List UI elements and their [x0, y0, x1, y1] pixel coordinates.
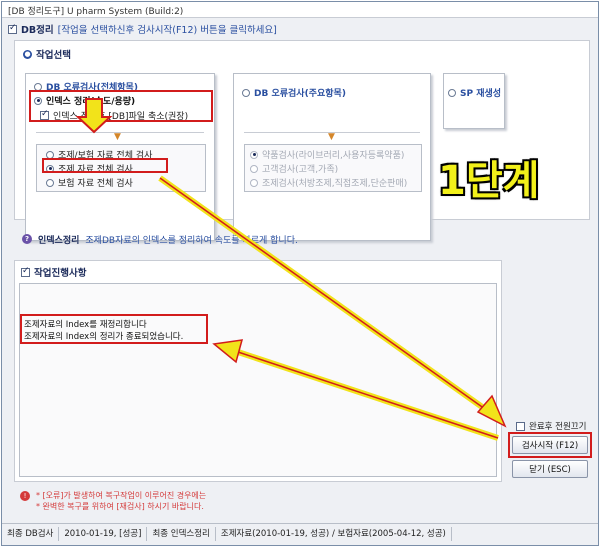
warning-icon: ! — [20, 491, 30, 501]
radio-main-check-label: DB 오류검사(주요항목) — [254, 89, 346, 99]
checkbox-icon[interactable] — [516, 421, 525, 431]
radio-selected-icon[interactable] — [250, 150, 258, 159]
radio-main-check[interactable]: DB 오류검사(주요항목) — [242, 86, 346, 99]
group-full-check: DB 오류검사(전체항목) 인덱스 정리(속도/용량) 인덱스 정리후 [DB]… — [25, 73, 215, 241]
warning-note: ! * [오류]가 발생하여 복구작업이 이루어진 경우에는 * 완벽한 복구를… — [20, 490, 206, 512]
radio-icon[interactable] — [46, 178, 54, 187]
sub-option-insurance[interactable]: 보험 자료 전체 검사 — [46, 176, 133, 189]
arrow-down-icon: ▼ — [114, 132, 121, 142]
db-header: DB정리 [작업을 선택하신후 검사시작(F12) 버튼을 클릭하세요] — [8, 22, 594, 36]
group-sp-regen: SP 재생성 — [443, 73, 505, 129]
work-progress-panel: 작업진행사항 조제자료의 Index를 재정리합니다 조제자료의 Index의 … — [14, 260, 502, 482]
info-bar: ? 인덱스정리 조제DB자료의 인덱스를 정리하여 속도를 빠르게 합니다. — [14, 228, 590, 250]
sub-option-drug-label: 약품검사(라이브러리,사용자등록약품) — [262, 151, 405, 161]
sub-option-customer-label: 고객검사(고객,가족) — [262, 165, 339, 175]
sub-option-dispense-check-label: 조제검사(처방조제,직접조제,단순판매) — [262, 179, 408, 189]
status-last-index-label: 최종 인덱스정리 — [147, 526, 216, 541]
radio-icon[interactable] — [250, 178, 258, 187]
db-checkbox-icon[interactable] — [8, 23, 17, 34]
radio-icon[interactable] — [448, 88, 456, 97]
status-bar: 최종 DB검사 2010-01-19, [성공] 최종 인덱스정리 조제자료(2… — [2, 523, 598, 543]
work-title-row: 작업진행사항 — [21, 265, 86, 279]
highlight-box — [20, 314, 208, 344]
section-icon: ● — [23, 49, 32, 59]
radio-sp-regen[interactable]: SP 재생성 — [448, 86, 501, 99]
power-off-option[interactable]: 완료후 전원끄기 — [516, 420, 586, 432]
highlight-box — [508, 432, 592, 458]
info-title: 인덱스정리 — [38, 235, 80, 246]
db-header-label: DB정리 — [21, 25, 54, 36]
sub-option-customer[interactable]: 고객검사(고객,가족) — [250, 162, 338, 175]
arrow-down-icon: ▼ — [328, 132, 335, 142]
radio-sp-regen-label: SP 재생성 — [460, 89, 502, 99]
sub-option-drug[interactable]: 약품검사(라이브러리,사용자등록약품) — [250, 148, 404, 161]
task-select-title: 작업선택 — [36, 50, 71, 61]
work-title: 작업진행사항 — [34, 268, 87, 279]
status-last-check-label: 최종 DB검사 — [2, 526, 60, 541]
power-off-label: 완료후 전원끄기 — [529, 422, 587, 432]
radio-icon[interactable] — [242, 88, 250, 97]
warning-line: * [오류]가 발생하여 복구작업이 이루어진 경우에는 — [36, 491, 207, 500]
status-last-check-value: 2010-01-19, [성공] — [59, 526, 148, 541]
highlight-box — [42, 158, 168, 173]
checkbox-icon — [21, 266, 30, 277]
info-desc: 조제DB자료의 인덱스를 정리하여 속도를 빠르게 합니다. — [85, 235, 298, 246]
highlight-box — [29, 90, 213, 122]
radio-icon[interactable] — [250, 164, 258, 173]
task-select-header: ● 작업선택 — [23, 47, 71, 61]
sub-option-insurance-label: 보험 자료 전체 검사 — [58, 179, 133, 189]
warning-line: * 완벽한 복구를 위하여 [재검사] 하시기 바랍니다. — [36, 502, 204, 511]
progress-log[interactable]: 조제자료의 Index를 재정리합니다 조제자료의 Index의 정리가 종료되… — [19, 283, 497, 477]
sub-option-dispense-check[interactable]: 조제검사(처방조제,직접조제,단순판매) — [250, 176, 407, 189]
db-header-hint: [작업을 선택하신후 검사시작(F12) 버튼을 클릭하세요] — [57, 25, 277, 36]
window-title: [DB 정리도구] U pharm System (Build:2) — [2, 2, 598, 18]
group-main-check: DB 오류검사(주요항목) ▼ 약품검사(라이브러리,사용자등록약품) 고객검사… — [233, 73, 431, 241]
close-button[interactable]: 닫기 (ESC) — [512, 460, 588, 478]
help-icon: ? — [22, 234, 32, 244]
app-window: [DB 정리도구] U pharm System (Build:2) DB정리 … — [1, 1, 599, 546]
stage-label: 1단계 — [438, 158, 540, 204]
status-last-index-value: 조제자료(2010-01-19, 성공) / 보험자료(2005-04-12, … — [216, 526, 452, 541]
